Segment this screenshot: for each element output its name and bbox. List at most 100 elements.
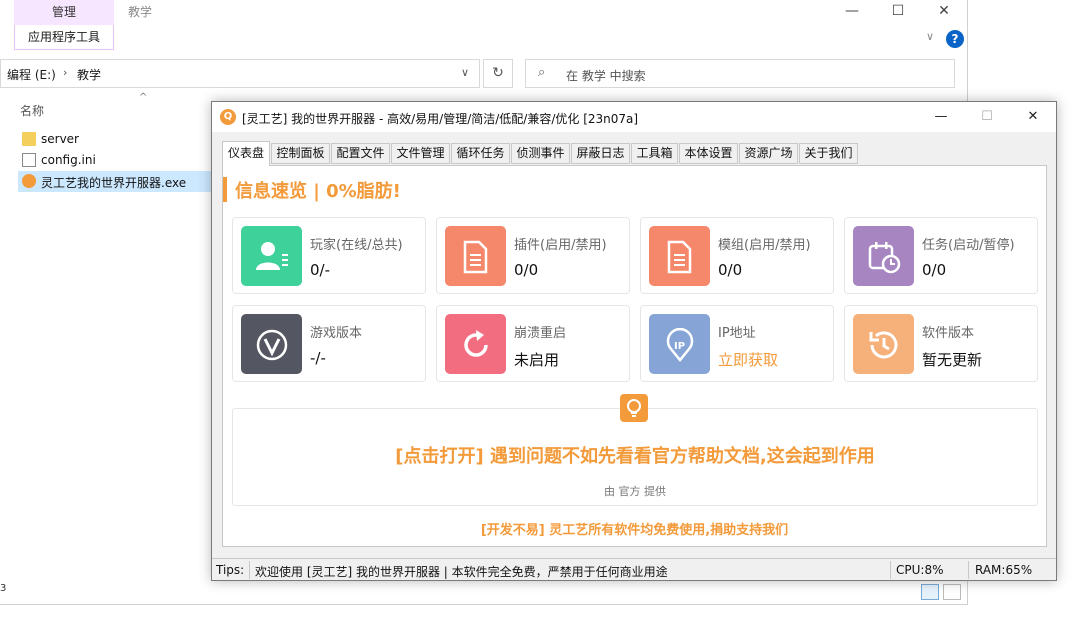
tab-core-settings[interactable]: 本体设置 [679,143,738,164]
search-input[interactable]: ⌕ 在 教学 中搜索 [525,59,955,88]
status-bar: Tips: 欢迎使用 [灵工艺] 我的世界开服器 | 本软件完全免费，严禁用于任… [212,558,1056,580]
card-value: 暂无更新 [922,351,983,369]
user-icon [241,226,302,286]
lightbulb-icon [620,394,648,422]
folder-icon [22,132,36,146]
app-icon [22,174,36,188]
address-bar[interactable]: 编程 (E:) › 教学 ∨ [0,59,480,88]
column-header-name[interactable]: 名称 [20,102,44,119]
large-icons-view-button[interactable] [943,584,961,600]
tab-detect-events[interactable]: 侦测事件 [511,143,570,164]
chevron-right-icon: › [63,66,68,79]
sort-up-icon: ^ [139,92,148,103]
document-icon [22,153,36,167]
breadcrumb-folder[interactable]: 教学 [77,66,101,83]
maximize-button[interactable]: ☐ [875,0,921,22]
help-provider-text: 由 官方 提供 [604,485,666,498]
help-docs-banner[interactable]: [点击打开] 遇到问题不如先看看官方帮助文档,这会起到作用 由 官方 提供 [232,408,1038,506]
card-value: 0/- [310,261,331,279]
card-label: 玩家(在线/总共) [310,238,403,253]
card-value: 0/0 [922,261,947,279]
tab-toolbox[interactable]: 工具箱 [631,143,678,164]
page-title: 信息速览 | 0%脂肪! [235,181,401,202]
card-game-version[interactable]: 游戏版本 -/- [232,305,426,382]
card-label: 插件(启用/禁用) [514,238,607,253]
cpu-usage: CPU:8% [896,563,944,577]
history-icon [853,314,914,374]
file-name: config.ini [41,153,96,167]
dashboard-panel: 信息速览 | 0%脂肪! 玩家(在线/总共) 0/- 插件(启用/禁用) 0/0… [222,165,1047,547]
document-icon [445,226,506,286]
list-item[interactable]: 灵工艺我的世界开服器.exe [18,171,214,192]
svg-text:IP: IP [674,341,685,352]
details-view-button[interactable] [921,584,939,600]
search-placeholder: 在 教学 中搜索 [566,69,646,83]
ram-usage: RAM:65% [975,563,1033,577]
file-name: server [41,132,79,146]
ribbon-tabs: 管理 教学 — ☐ ✕ [0,0,968,25]
calendar-clock-icon [853,226,914,286]
help-docs-link[interactable]: [点击打开] 遇到问题不如先看看官方帮助文档,这会起到作用 [233,442,1037,468]
status-divider [249,561,250,579]
ribbon-tab-manage[interactable]: 管理 [14,0,114,25]
get-ip-link[interactable]: 立即获取 [718,349,778,370]
close-button[interactable]: ✕ [921,0,967,22]
tips-label: Tips: [216,563,245,577]
version-v-icon [241,314,302,374]
list-item[interactable]: config.ini [18,150,214,171]
card-tasks[interactable]: 任务(启动/暂停) 0/0 [844,217,1038,294]
window-title: [灵工艺] 我的世界开服器 - 高效/易用/管理/简洁/低配/兼容/优化 [23… [242,112,639,126]
breadcrumb-drive[interactable]: 编程 (E:) [7,66,56,83]
card-label: 软件版本 [922,326,975,341]
chevron-down-icon[interactable]: ∨ [926,30,934,43]
file-name: 灵工艺我的世界开服器.exe [41,176,187,190]
card-crash-restart[interactable]: 崩溃重启 未启用 [436,305,630,382]
refresh-button[interactable]: ↻ [483,59,513,88]
donate-link[interactable]: [开发不易] 灵工艺所有软件均免费使用,捐助支持我们 [223,519,1046,538]
tab-about-us[interactable]: 关于我们 [799,143,858,164]
card-label: 崩溃重启 [514,326,567,341]
tab-control-panel[interactable]: 控制面板 [271,143,330,164]
minimize-button[interactable]: — [918,106,964,128]
card-players[interactable]: 玩家(在线/总共) 0/- [232,217,426,294]
title-bar[interactable]: Q [灵工艺] 我的世界开服器 - 高效/易用/管理/简洁/低配/兼容/优化 [… [212,102,1056,132]
minimize-button[interactable]: — [829,0,875,22]
close-button[interactable]: ✕ [1010,106,1056,128]
search-icon: ⌕ [538,65,546,80]
window-title: 教学 [128,5,153,19]
chevron-down-icon[interactable]: ∨ [461,66,469,79]
card-label: 任务(启动/暂停) [922,238,1015,253]
status-divider [968,561,969,579]
card-label: 游戏版本 [310,326,363,341]
restart-icon [445,314,506,374]
app-logo-icon: Q [220,109,236,125]
help-icon[interactable]: ? [946,30,964,48]
ribbon-subtab-app-tools[interactable]: 应用程序工具 [14,25,114,50]
maximize-button[interactable]: ☐ [964,106,1010,128]
ip-pin-icon: IP [649,314,710,374]
app-window: Q [灵工艺] 我的世界开服器 - 高效/易用/管理/简洁/低配/兼容/优化 [… [211,101,1057,581]
tab-dashboard[interactable]: 仪表盘 [222,141,270,166]
card-mods[interactable]: 模组(启用/禁用) 0/0 [640,217,834,294]
status-count: 3 [0,583,7,594]
headline-accent [223,177,227,202]
status-divider [890,561,891,579]
card-value: -/- [310,349,326,367]
refresh-icon: ↻ [492,65,504,81]
card-value: 0/0 [718,261,743,279]
list-item[interactable]: server [18,129,214,150]
card-label: 模组(启用/禁用) [718,238,811,253]
card-value: 未启用 [514,351,560,369]
card-ip-address[interactable]: IP IP地址 立即获取 [640,305,834,382]
document-icon [649,226,710,286]
card-label: IP地址 [718,326,756,341]
tab-config-files[interactable]: 配置文件 [331,143,390,164]
card-software-version[interactable]: 软件版本 暂无更新 [844,305,1038,382]
card-plugins[interactable]: 插件(启用/禁用) 0/0 [436,217,630,294]
tab-resource-plaza[interactable]: 资源广场 [739,143,798,164]
tab-block-logs[interactable]: 屏蔽日志 [571,143,630,164]
card-value: 0/0 [514,261,539,279]
tab-loop-tasks[interactable]: 循环任务 [451,143,510,164]
tab-file-manager[interactable]: 文件管理 [391,143,450,164]
tips-text: 欢迎使用 [灵工艺] 我的世界开服器 | 本软件完全免费，严禁用于任何商业用途 [255,565,668,579]
